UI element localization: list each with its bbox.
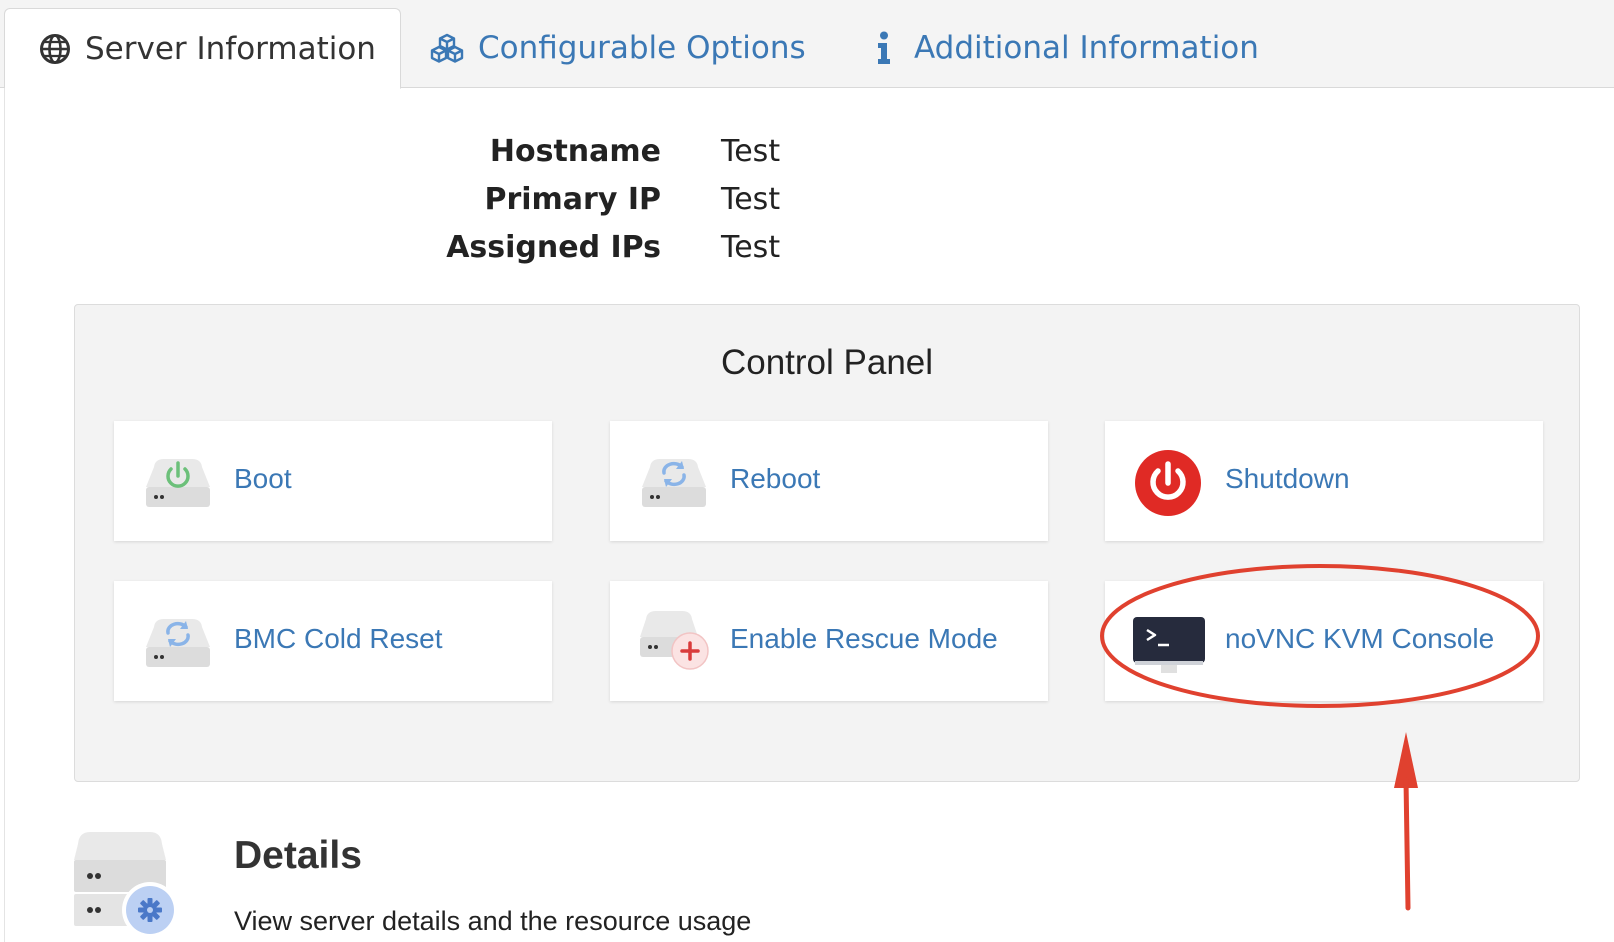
boot-server-icon [146,459,210,507]
boot-button[interactable]: Boot [114,421,552,541]
enable-rescue-mode-label: Enable Rescue Mode [730,623,998,654]
reboot-server-icon [642,459,706,507]
info-icon [878,31,890,64]
tab-label: Additional Information [914,30,1259,66]
details-title: Details [234,834,362,877]
annotation-arrow [1394,732,1418,911]
tab-configurable-options[interactable]: Configurable Options [430,8,806,88]
info-row-hostname: Hostname Test [0,130,1614,176]
info-row-primary-ip: Primary IP Test [0,178,1614,224]
tab-bar: Server Information Configurable Options … [0,0,1614,89]
reboot-label: Reboot [730,463,821,494]
globe-icon [40,33,70,64]
server-details-icon [74,832,178,938]
bmc-reset-server-icon [146,619,210,667]
control-panel-title: Control Panel [720,343,934,382]
details-description: View server details and the resource usa… [234,906,752,936]
info-value: Test [721,182,781,217]
rescue-server-icon [640,611,709,670]
boot-label: Boot [234,463,292,494]
info-value: Test [721,230,781,265]
info-label: Primary IP [484,182,661,217]
bmc-cold-reset-label: BMC Cold Reset [234,623,443,654]
bmc-cold-reset-button[interactable]: BMC Cold Reset [114,581,552,701]
enable-rescue-mode-button[interactable]: Enable Rescue Mode [610,581,1048,701]
tab-label: Server Information [85,30,376,67]
cubes-icon [430,33,464,63]
shutdown-button[interactable]: Shutdown [1105,421,1543,541]
shutdown-label: Shutdown [1225,463,1350,494]
tab-additional-information[interactable]: Additional Information [876,8,1259,88]
info-value: Test [721,134,781,169]
tab-server-information[interactable]: Server Information [4,8,401,89]
annotation-circle [1100,564,1540,708]
info-label: Hostname [489,134,661,169]
power-icon [1135,450,1201,516]
info-row-assigned-ips: Assigned IPs Test [0,226,1614,272]
tab-label: Configurable Options [478,30,806,66]
reboot-button[interactable]: Reboot [610,421,1048,541]
info-label: Assigned IPs [446,230,661,265]
